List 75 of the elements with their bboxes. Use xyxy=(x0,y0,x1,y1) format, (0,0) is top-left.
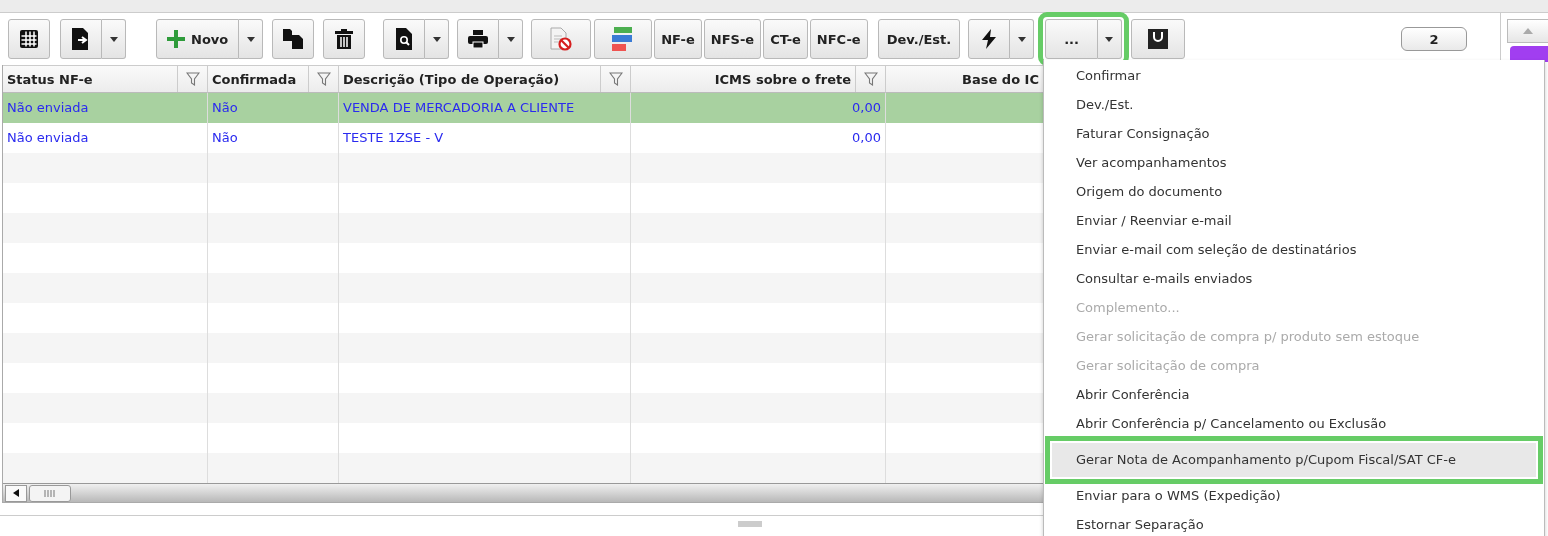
grid-button[interactable] xyxy=(8,19,50,59)
table-cell: 0,00 xyxy=(631,93,886,123)
grip-icon xyxy=(44,489,56,497)
delete-button[interactable] xyxy=(323,19,366,59)
document-type-button[interactable]: NFC-e xyxy=(809,19,868,59)
dropdown-button[interactable] xyxy=(1098,19,1122,59)
menu-item[interactable]: Enviar para o WMS (Expedição) xyxy=(1044,481,1544,510)
table-cell: VENDA DE MERCADORIA A CLIENTE xyxy=(339,93,631,123)
menu-item[interactable]: Abrir Conferência xyxy=(1044,380,1544,409)
caret-icon xyxy=(1017,36,1026,42)
caret-icon xyxy=(506,36,515,42)
column-label: Base do IC xyxy=(961,71,1040,87)
menu-item[interactable]: Enviar / Reenviar e-mail xyxy=(1044,206,1544,235)
menu-item[interactable]: Confirmar xyxy=(1044,61,1544,90)
column-label: Confirmada xyxy=(211,71,298,87)
document-search-icon xyxy=(396,28,413,50)
plus-icon xyxy=(167,30,185,48)
return-button[interactable]: Dev./Est. xyxy=(877,19,961,59)
copy-button[interactable] xyxy=(272,19,315,59)
menu-item[interactable]: Consultar e-mails enviados xyxy=(1044,264,1544,293)
menu-item[interactable]: Estornar Separação xyxy=(1044,510,1544,536)
shopping-bag-icon xyxy=(1148,29,1168,49)
menu-item[interactable]: Dev./Est. xyxy=(1044,90,1544,119)
filter-icon xyxy=(316,72,331,86)
bars-button[interactable] xyxy=(594,19,653,59)
trash-icon xyxy=(335,29,354,49)
caret-icon xyxy=(432,36,441,42)
menu-item[interactable]: Ver acompanhamentos xyxy=(1044,148,1544,177)
scroll-up-button[interactable] xyxy=(1507,19,1548,43)
more-button[interactable]: ... xyxy=(1045,19,1098,59)
printer-icon xyxy=(468,30,489,48)
menu-item[interactable]: Abrir Conferência p/ Cancelamento ou Exclusão xyxy=(1044,409,1544,438)
horizontal-scrollbar[interactable] xyxy=(3,483,1044,502)
menu-item[interactable]: Faturar Consignação xyxy=(1044,119,1544,148)
document-type-button[interactable]: NF-e xyxy=(654,19,702,59)
table-cell: Não enviada xyxy=(3,93,208,123)
menu-item[interactable]: Origem do documento xyxy=(1044,177,1544,206)
preview-button[interactable] xyxy=(383,19,426,59)
scroll-left-button[interactable] xyxy=(5,484,27,502)
caret-icon xyxy=(1105,36,1114,42)
resize-handle-icon[interactable] xyxy=(738,521,762,527)
column-label: ICMS sobre o frete xyxy=(713,71,852,87)
left-arrow-icon xyxy=(13,489,19,497)
grid-icon xyxy=(20,30,38,48)
lightning-icon xyxy=(981,29,998,49)
cancel-document-button[interactable] xyxy=(531,19,592,59)
scrollbar-thumb[interactable] xyxy=(29,484,71,502)
column-label: Status NF-e xyxy=(6,71,94,87)
menu-item[interactable]: Enviar e-mail com seleção de destinatários xyxy=(1044,235,1544,264)
copy-icon xyxy=(283,29,304,49)
count-badge: 2 xyxy=(1401,27,1467,51)
new-button[interactable]: Novo xyxy=(156,19,240,59)
column-label: Descrição (Tipo de Operação) xyxy=(342,71,561,87)
caret-icon xyxy=(246,36,255,42)
table-cell: Não xyxy=(208,93,339,123)
export-button[interactable] xyxy=(60,19,102,59)
column-header[interactable]: Descrição (Tipo de Operação) xyxy=(339,65,631,93)
document-type-button[interactable]: CT-e xyxy=(763,19,808,59)
document-type-button[interactable]: NFS-e xyxy=(703,19,762,59)
stacked-bars-icon xyxy=(612,27,635,51)
document-cancel-icon xyxy=(550,27,573,51)
filter-icon xyxy=(608,72,623,86)
column-header[interactable]: ICMS sobre o frete xyxy=(631,65,886,93)
action-button[interactable] xyxy=(968,19,1011,59)
column-header[interactable]: Confirmada xyxy=(208,65,339,93)
filter-icon xyxy=(185,72,200,86)
bag-button[interactable] xyxy=(1131,19,1185,59)
column-header[interactable]: Status NF-e xyxy=(3,65,208,93)
up-arrow-icon xyxy=(1523,28,1533,34)
caret-icon xyxy=(109,36,118,42)
filter-icon xyxy=(863,72,878,86)
dropdown-button[interactable] xyxy=(239,19,264,59)
column-header[interactable]: Base do IC xyxy=(886,65,1044,93)
document-export-icon xyxy=(72,28,90,50)
print-button[interactable] xyxy=(457,19,500,59)
